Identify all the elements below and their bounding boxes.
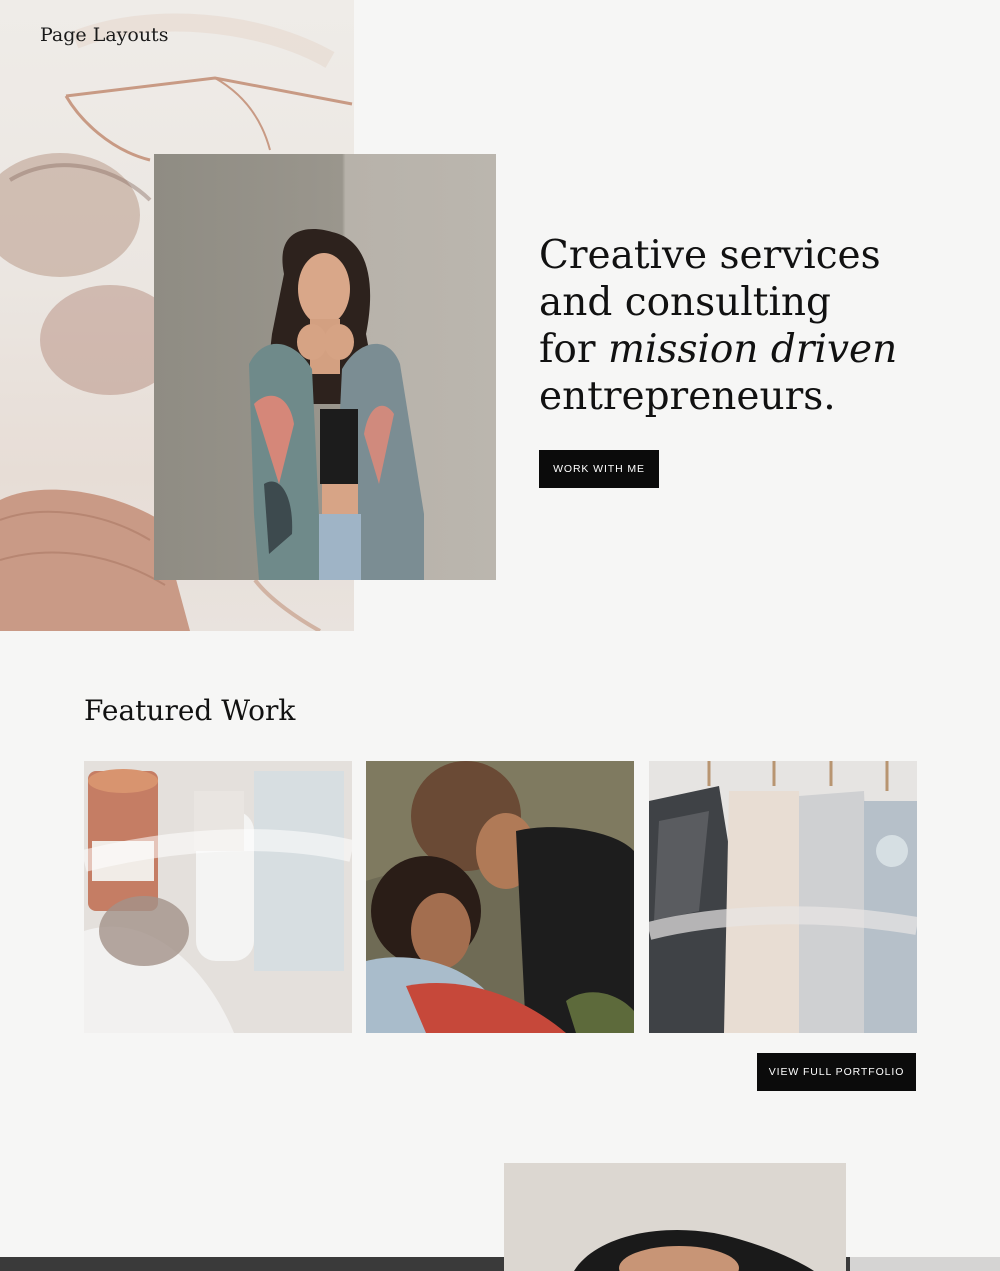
hero-heading-line: entrepreneurs. [539,374,836,419]
featured-work-title: Featured Work [84,694,296,727]
hero-heading-line: Creative services [539,233,881,278]
bottom-image-edge [850,1257,1000,1271]
bottom-portrait-image [504,1163,846,1271]
two-women-portrait-image [366,761,634,1033]
featured-work-card[interactable] [84,761,352,1033]
work-with-me-button[interactable]: WORK WITH ME [539,450,659,488]
hero-heading-line: and consulting [539,280,832,325]
site-title[interactable]: Page Layouts [40,24,168,46]
featured-work-card[interactable] [649,761,917,1033]
view-full-portfolio-button[interactable]: VIEW FULL PORTFOLIO [757,1053,916,1091]
hero-heading-prefix: for [539,327,608,372]
hero-portrait-image [154,154,496,580]
hero-heading-line: for mission driven [539,326,979,373]
featured-work-card[interactable] [366,761,634,1033]
hero-heading-emphasis: mission driven [607,327,898,372]
skincare-product-image [84,761,352,1033]
hero-heading: Creative services and consulting for mis… [539,232,979,420]
clothing-rack-image [649,761,917,1033]
